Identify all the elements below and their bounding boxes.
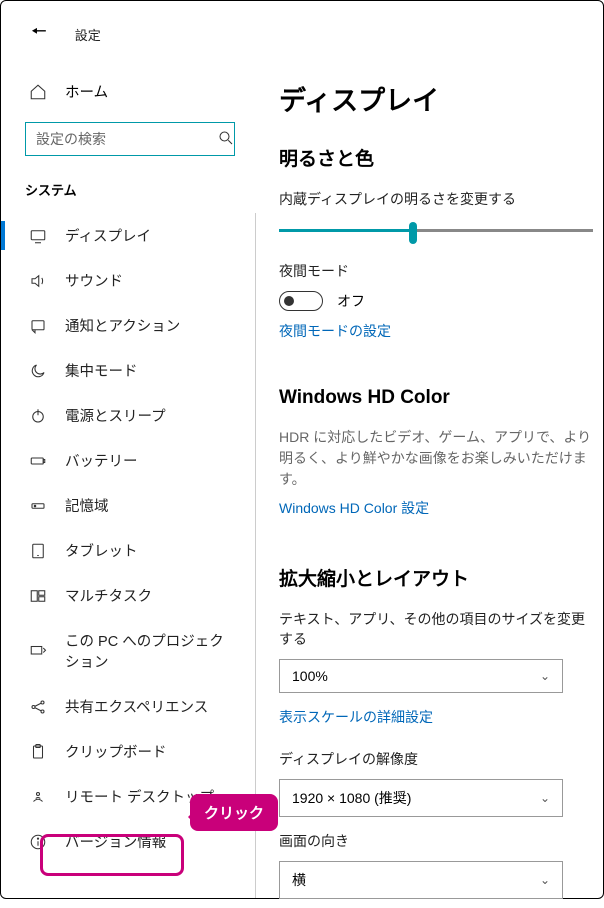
sidebar-item-tablet[interactable]: タブレット (1, 528, 255, 573)
sidebar-section-label: システム (1, 170, 255, 213)
search-box[interactable] (25, 122, 235, 156)
sidebar-item-label: サウンド (65, 270, 123, 291)
brightness-slider-label: 内蔵ディスプレイの明るさを変更する (279, 189, 593, 209)
sidebar-item-label: タブレット (65, 540, 138, 561)
night-mode-label: 夜間モード (279, 261, 593, 281)
resolution-label: ディスプレイの解像度 (279, 749, 593, 769)
sidebar-item-label: 電源とスリープ (65, 405, 166, 426)
night-mode-link[interactable]: 夜間モードの設定 (279, 321, 391, 341)
slider-thumb[interactable] (409, 222, 417, 244)
annotation-highlight (40, 834, 184, 876)
sidebar-item-label: クリップボード (65, 741, 167, 762)
search-icon (217, 129, 235, 150)
sidebar-home-label: ホーム (65, 81, 108, 102)
tablet-icon (29, 542, 47, 560)
sidebar-item-label: 通知とアクション (65, 315, 180, 336)
sidebar-item-focus[interactable]: 集中モード (1, 348, 255, 393)
advanced-scale-link[interactable]: 表示スケールの詳細設定 (279, 707, 433, 727)
annotation-badge: クリック (190, 794, 278, 831)
brightness-heading: 明るさと色 (279, 144, 593, 171)
search-input[interactable] (36, 131, 217, 147)
orientation-value: 横 (292, 870, 306, 890)
sidebar-item-notifications[interactable]: 通知とアクション (1, 303, 255, 348)
sidebar-item-sound[interactable]: サウンド (1, 258, 255, 303)
projection-icon (29, 642, 47, 660)
sound-icon (29, 272, 47, 290)
scale-select[interactable]: 100% ⌄ (279, 659, 563, 693)
sidebar-item-label: 共有エクスペリエンス (65, 696, 208, 717)
sidebar-item-multitask[interactable]: マルチタスク (1, 573, 255, 618)
sidebar-item-shared[interactable]: 共有エクスペリエンス (1, 684, 255, 729)
back-button[interactable]: 🠔 (31, 19, 47, 49)
toggle-state: オフ (337, 291, 365, 311)
home-icon (29, 83, 47, 101)
page-title: ディスプレイ (279, 79, 593, 118)
share-icon (29, 698, 47, 716)
sidebar-item-storage[interactable]: 記憶域 (1, 483, 255, 528)
sidebar-item-projection[interactable]: この PC へのプロジェクション (1, 618, 255, 684)
sidebar-item-display[interactable]: ディスプレイ (1, 213, 255, 258)
window-title: 設定 (75, 25, 101, 44)
orientation-select[interactable]: 横 ⌄ (279, 861, 563, 899)
chevron-down-icon: ⌄ (540, 873, 550, 887)
hdcolor-link[interactable]: Windows HD Color 設定 (279, 498, 429, 518)
scale-value: 100% (292, 668, 328, 684)
moon-icon (29, 362, 47, 380)
scale-heading: 拡大縮小とレイアウト (279, 564, 593, 591)
orientation-label: 画面の向き (279, 831, 593, 851)
resolution-select[interactable]: 1920 × 1080 (推奨) ⌄ (279, 779, 563, 817)
display-icon (29, 227, 47, 245)
size-label: テキスト、アプリ、その他の項目のサイズを変更する (279, 609, 593, 649)
sidebar-item-clipboard[interactable]: クリップボード (1, 729, 255, 774)
multitask-icon (29, 587, 47, 605)
storage-icon (29, 497, 47, 515)
sidebar-item-label: この PC へのプロジェクション (65, 630, 231, 672)
hdcolor-heading: Windows HD Color (279, 387, 593, 409)
night-mode-toggle[interactable] (279, 291, 323, 311)
sidebar-item-label: バッテリー (65, 450, 138, 471)
resolution-value: 1920 × 1080 (推奨) (292, 788, 411, 808)
brightness-slider[interactable] (279, 219, 593, 243)
clipboard-icon (29, 743, 47, 761)
sidebar-item-label: 集中モード (65, 360, 138, 381)
power-icon (29, 407, 47, 425)
chevron-down-icon: ⌄ (540, 791, 550, 805)
sidebar-home[interactable]: ホーム (1, 71, 255, 112)
sidebar-item-label: 記憶域 (65, 495, 109, 516)
notification-icon (29, 317, 47, 335)
sidebar-item-label: マルチタスク (65, 585, 152, 606)
sidebar-item-label: ディスプレイ (65, 225, 151, 246)
sidebar-item-battery[interactable]: バッテリー (1, 438, 255, 483)
battery-icon (29, 452, 47, 470)
chevron-down-icon: ⌄ (540, 669, 550, 683)
sidebar-item-power[interactable]: 電源とスリープ (1, 393, 255, 438)
remote-icon (29, 788, 47, 806)
hdcolor-desc: HDR に対応したビデオ、ゲーム、アプリで、より明るく、より鮮やかな画像をお楽し… (279, 427, 593, 490)
